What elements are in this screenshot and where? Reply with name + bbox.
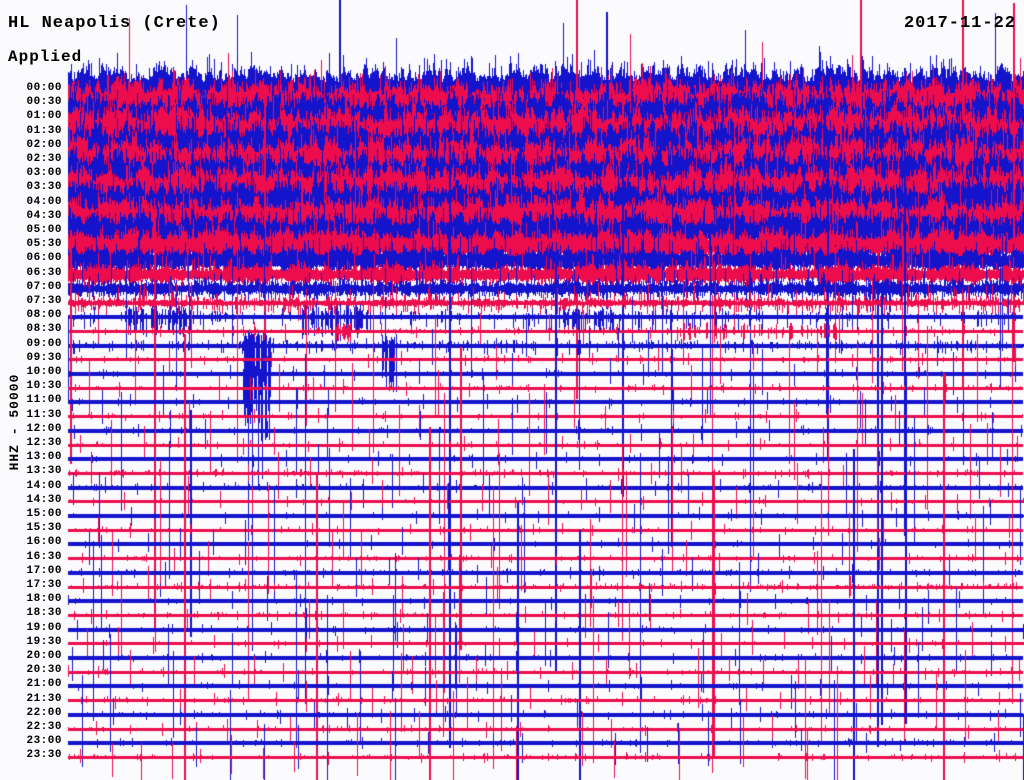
time-label: 23:30 <box>26 749 62 761</box>
time-label: 08:30 <box>26 323 62 335</box>
time-label: 23:00 <box>26 735 62 747</box>
time-label: 04:30 <box>26 210 62 222</box>
time-label: 01:30 <box>26 125 62 137</box>
time-label: 02:00 <box>26 139 62 151</box>
time-label: 18:30 <box>26 607 62 619</box>
time-label: 00:00 <box>26 82 62 94</box>
time-label: 03:00 <box>26 167 62 179</box>
time-label: 22:30 <box>26 721 62 733</box>
time-label: 08:00 <box>26 309 62 321</box>
plot-date: 2017-11-22 <box>903 14 1016 33</box>
time-label: 06:30 <box>26 267 62 279</box>
time-label: 01:00 <box>26 110 62 122</box>
station-title: HL Neapolis (Crete) <box>8 14 221 33</box>
time-label: 11:30 <box>26 409 62 421</box>
time-label: 12:30 <box>26 437 62 449</box>
time-label: 15:30 <box>26 522 62 534</box>
time-label: 06:00 <box>26 252 62 264</box>
time-label: 05:30 <box>26 238 62 250</box>
time-label: 16:30 <box>26 551 62 563</box>
time-label: 02:30 <box>26 153 62 165</box>
time-label: 03:30 <box>26 181 62 193</box>
time-label: 12:00 <box>26 423 62 435</box>
time-label: 15:00 <box>26 508 62 520</box>
time-label: 11:00 <box>26 394 62 406</box>
time-label: 21:00 <box>26 678 62 690</box>
time-label: 14:30 <box>26 494 62 506</box>
time-label: 10:30 <box>26 380 62 392</box>
time-label: 18:00 <box>26 593 62 605</box>
time-label: 00:30 <box>26 96 62 108</box>
time-label: 14:00 <box>26 480 62 492</box>
time-label: 20:00 <box>26 650 62 662</box>
time-label: 17:00 <box>26 565 62 577</box>
time-label: 09:00 <box>26 338 62 350</box>
time-label: 07:00 <box>26 281 62 293</box>
helicorder-page: HL Neapolis (Crete) Applied 2017-11-22 H… <box>0 0 1024 780</box>
time-label: 13:30 <box>26 465 62 477</box>
time-label: 04:00 <box>26 196 62 208</box>
time-label: 20:30 <box>26 664 62 676</box>
time-label: 13:00 <box>26 451 62 463</box>
time-label: 07:30 <box>26 295 62 307</box>
filter-status-label: Applied <box>8 48 83 66</box>
time-label: 17:30 <box>26 579 62 591</box>
time-label: 19:30 <box>26 636 62 648</box>
time-label: 09:30 <box>26 352 62 364</box>
time-label: 16:00 <box>26 536 62 548</box>
time-label: 21:30 <box>26 693 62 705</box>
helicorder-traces-canvas <box>0 0 1024 780</box>
time-label: 05:00 <box>26 224 62 236</box>
time-label: 22:00 <box>26 707 62 719</box>
time-label: 19:00 <box>26 622 62 634</box>
time-label: 10:00 <box>26 366 62 378</box>
